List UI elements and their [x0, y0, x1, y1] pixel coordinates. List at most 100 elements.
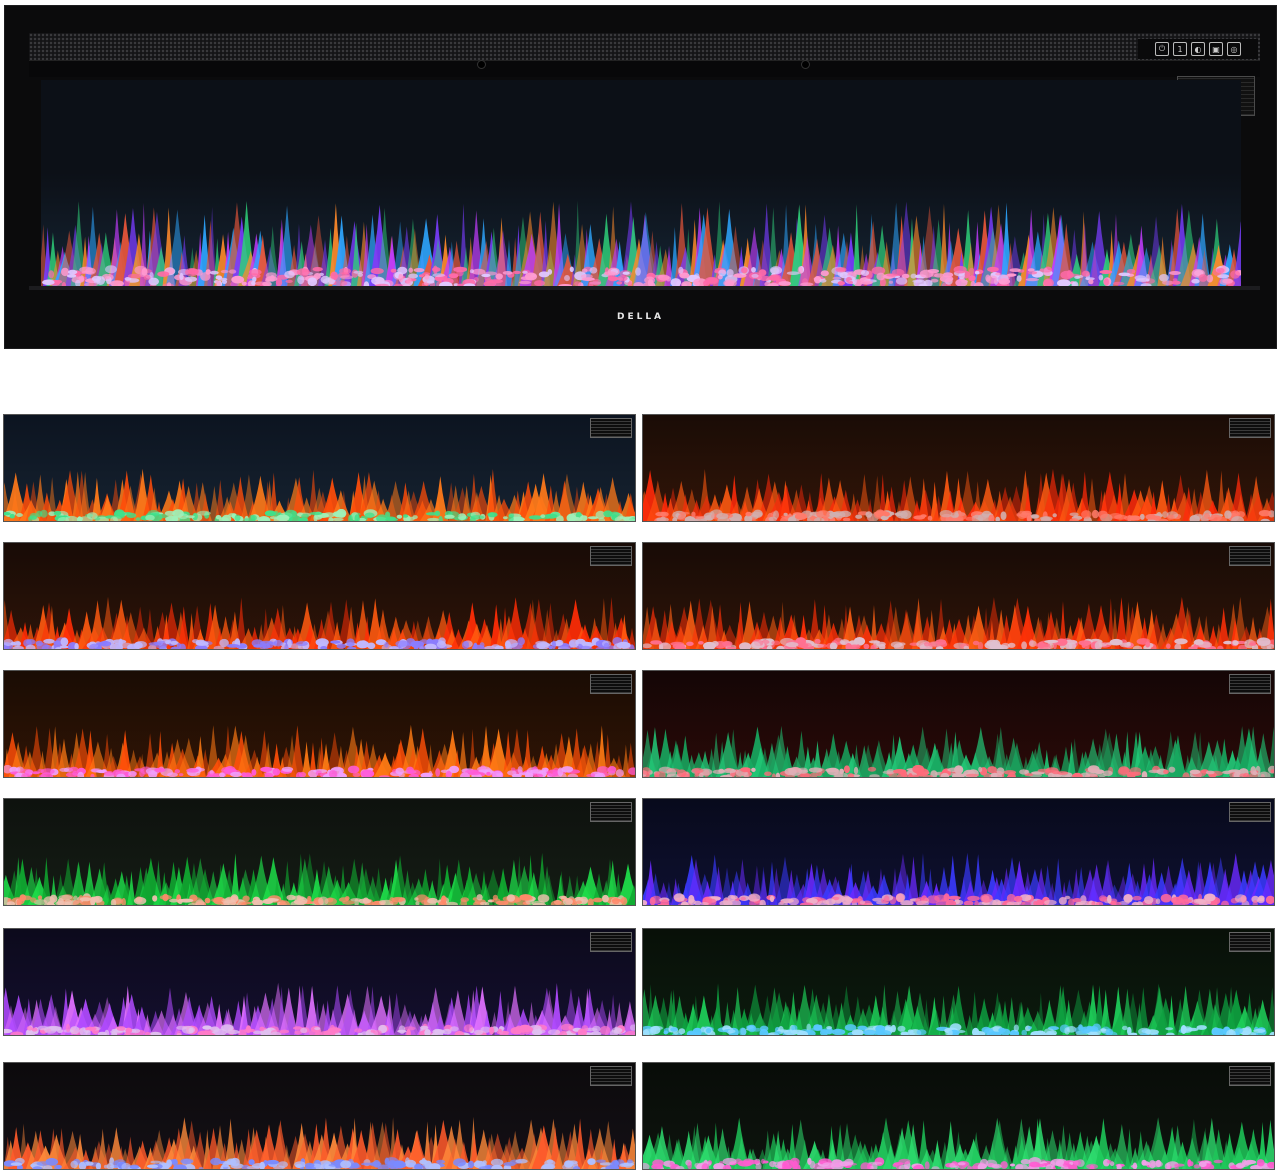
- ember: [897, 1025, 906, 1032]
- ember: [169, 898, 179, 903]
- ember: [1193, 513, 1203, 520]
- ember: [762, 1160, 769, 1164]
- ember: [1091, 509, 1099, 519]
- ember: [863, 643, 870, 649]
- flame-color-variant: [3, 928, 636, 1036]
- ember: [678, 1028, 686, 1035]
- ember: [364, 512, 375, 519]
- ember: [912, 765, 925, 774]
- ember: [1114, 514, 1128, 520]
- ember: [470, 515, 485, 520]
- ember: [869, 774, 880, 777]
- ember: [13, 640, 22, 647]
- ember: [592, 897, 603, 903]
- ember: [67, 269, 78, 275]
- ember: [1221, 900, 1229, 905]
- ember: [204, 897, 211, 904]
- ember: [709, 511, 715, 520]
- ember: [426, 280, 435, 284]
- ember: [569, 266, 574, 273]
- ember: [867, 766, 877, 772]
- ember: [16, 513, 23, 517]
- ember: [643, 643, 652, 649]
- color-icon[interactable]: ◎: [1227, 42, 1241, 56]
- ember: [557, 767, 564, 777]
- ember: [519, 896, 534, 901]
- ember: [686, 641, 694, 646]
- ember: [143, 275, 151, 280]
- ember: [712, 769, 726, 774]
- ember: [587, 898, 594, 905]
- ember: [528, 515, 543, 520]
- ember: [408, 267, 414, 273]
- ember: [1129, 515, 1141, 521]
- ember: [607, 766, 617, 774]
- ember: [517, 766, 523, 774]
- ember: [751, 267, 756, 273]
- ember: [300, 1027, 308, 1034]
- ember: [739, 642, 752, 649]
- ember: [59, 767, 70, 772]
- ember: [868, 1161, 883, 1165]
- ember: [397, 1029, 407, 1033]
- ember: [145, 514, 155, 521]
- ember: [515, 1158, 528, 1164]
- ember: [414, 897, 419, 901]
- ember: [614, 1028, 623, 1033]
- ember: [786, 271, 800, 275]
- ember: [537, 894, 550, 903]
- ember: [432, 1029, 445, 1035]
- ember: [266, 641, 274, 649]
- ember: [979, 1158, 989, 1168]
- warning-label: [1229, 674, 1271, 694]
- ember: [853, 766, 859, 775]
- ember: [334, 512, 342, 518]
- brand-logo: DELLA: [616, 312, 665, 322]
- flame-color-variant: [642, 414, 1275, 522]
- ember: [307, 277, 318, 286]
- flame-icon[interactable]: ◐: [1191, 42, 1205, 56]
- ember: [1000, 511, 1007, 520]
- ember: [428, 770, 433, 777]
- ember: [463, 1024, 474, 1033]
- timer-icon[interactable]: 1: [1173, 42, 1187, 56]
- ember: [504, 640, 511, 649]
- ember: [1203, 513, 1211, 520]
- ember: [741, 267, 748, 274]
- ember: [57, 1028, 63, 1034]
- ember: [783, 512, 788, 516]
- power-icon[interactable]: ⏻: [1155, 42, 1169, 56]
- ember: [1234, 894, 1247, 903]
- ember: [1145, 641, 1151, 648]
- ember: [595, 1159, 606, 1163]
- ember: [826, 1026, 832, 1030]
- ember: [716, 513, 729, 520]
- ember: [1174, 638, 1188, 645]
- ember: [536, 1028, 541, 1035]
- ember: [486, 771, 491, 776]
- ember: [456, 269, 464, 277]
- heat-icon[interactable]: ▣: [1209, 42, 1223, 56]
- ember: [987, 266, 999, 273]
- ember: [568, 639, 579, 648]
- ember: [350, 898, 362, 902]
- ember: [965, 516, 975, 521]
- ember: [895, 277, 908, 285]
- ember: [998, 278, 1011, 285]
- ember: [515, 1025, 523, 1035]
- ember: [211, 897, 224, 903]
- ember: [1213, 1159, 1223, 1164]
- ember: [799, 642, 812, 649]
- ember: [972, 640, 980, 646]
- ember: [379, 775, 390, 777]
- ember: [1168, 271, 1181, 275]
- ember: [333, 275, 341, 281]
- ember: [1256, 1159, 1265, 1167]
- ember: [296, 641, 308, 647]
- ember: [1052, 513, 1057, 518]
- ember: [1003, 770, 1017, 775]
- ember: [202, 1025, 212, 1030]
- ember: [771, 640, 781, 646]
- ember: [819, 278, 827, 283]
- ember: [58, 894, 72, 901]
